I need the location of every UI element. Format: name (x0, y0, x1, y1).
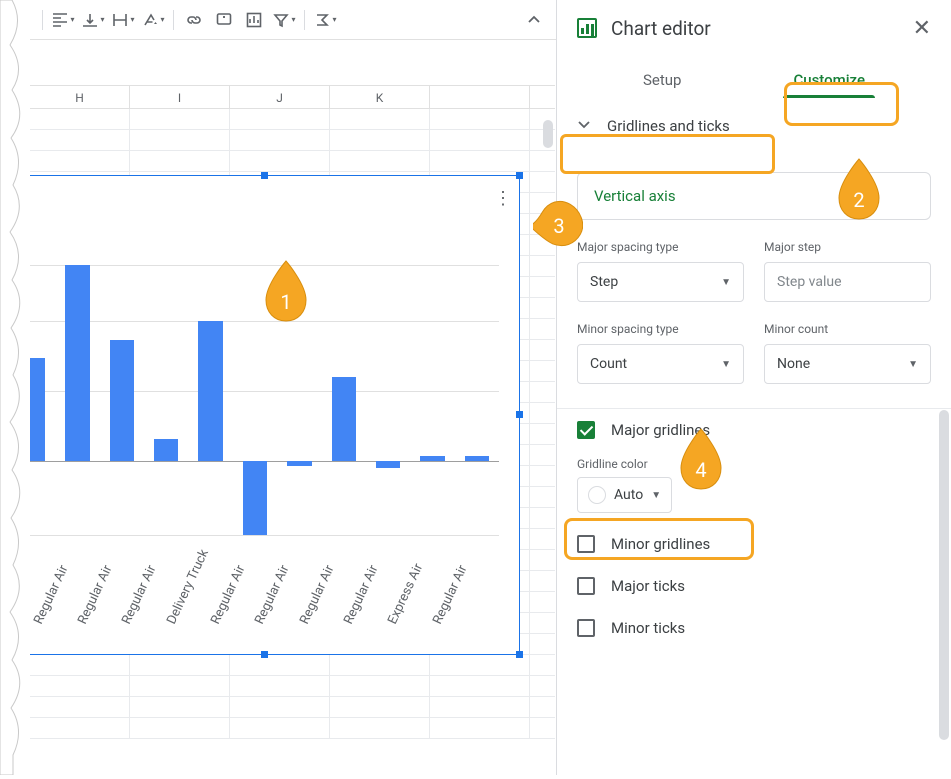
checkbox-label: Major gridlines (611, 421, 710, 439)
major-step-input[interactable]: Step value (764, 262, 931, 302)
major-gridlines-checkbox[interactable] (577, 421, 595, 439)
dropdown-arrow-icon: ▼ (651, 490, 661, 501)
chart-editor-sidebar: Chart editor ✕ Setup Customize Gridlines… (556, 0, 951, 775)
checkbox-label: Major ticks (611, 577, 685, 595)
select-value: Count (590, 356, 627, 372)
chart-x-label: Regular Air (341, 563, 381, 627)
chart-x-label: Delivery Truck (164, 547, 212, 627)
gridline-color-select[interactable]: Auto ▼ (577, 477, 672, 513)
column-header[interactable]: K (330, 86, 430, 108)
checkbox-label: Minor ticks (611, 619, 685, 637)
insert-comment-button[interactable] (210, 6, 238, 34)
dropdown-arrow-icon: ▼ (721, 277, 731, 288)
minor-gridlines-checkbox[interactable] (577, 535, 595, 553)
minor-count-label: Minor count (764, 322, 931, 336)
resize-handle[interactable] (261, 172, 268, 179)
close-icon[interactable]: ✕ (913, 16, 931, 41)
section-gridlines-and-ticks[interactable]: Gridlines and ticks (557, 104, 951, 148)
chart-x-label: Regular Air (430, 563, 470, 627)
chart-x-label: Regular Air (31, 563, 71, 627)
sidebar-title: Chart editor (611, 17, 899, 40)
chart-x-label: Regular Air (119, 563, 159, 627)
minor-ticks-checkbox[interactable] (577, 619, 595, 637)
sidebar-scrollbar[interactable] (939, 410, 949, 740)
text-rotation-button[interactable]: ▾ (139, 6, 167, 34)
chart-icon (577, 18, 597, 38)
embedded-chart[interactable]: ⋮ Regular AirRegular AirRegular AirRegul… (10, 175, 520, 655)
chart-x-labels: Regular AirRegular AirRegular AirRegular… (11, 554, 499, 644)
axis-selector[interactable]: Vertical axis (577, 172, 931, 220)
column-header[interactable] (430, 86, 530, 108)
torn-edge-decoration (0, 0, 30, 775)
input-placeholder: Step value (777, 274, 842, 290)
chart-x-label: Regular Air (75, 563, 115, 627)
sidebar-tabs: Setup Customize (557, 56, 951, 104)
chart-x-label: Express Air (386, 561, 427, 626)
gridline-color-label: Gridline color (577, 457, 931, 471)
functions-button[interactable]: ▾ (311, 6, 339, 34)
major-spacing-type-select[interactable]: Step ▼ (577, 262, 744, 302)
color-swatch-icon (588, 486, 606, 504)
chart-x-label: Regular Air (253, 563, 293, 627)
tab-setup[interactable]: Setup (613, 56, 711, 104)
dropdown-arrow-icon: ▼ (908, 359, 918, 370)
insert-link-button[interactable] (180, 6, 208, 34)
resize-handle[interactable] (516, 172, 523, 179)
select-value: Auto (614, 487, 643, 503)
column-header[interactable]: I (130, 86, 230, 108)
section-label: Gridlines and ticks (607, 117, 730, 135)
axis-selector-label: Vertical axis (594, 187, 676, 205)
column-header[interactable]: J (230, 86, 330, 108)
vertical-scrollbar[interactable] (543, 120, 553, 148)
major-ticks-checkbox[interactable] (577, 577, 595, 595)
column-headers: H I J K (30, 85, 555, 109)
minor-spacing-type-select[interactable]: Count ▼ (577, 344, 744, 384)
text-wrap-button[interactable]: ▾ (109, 6, 137, 34)
chart-x-label: Regular Air (297, 563, 337, 627)
major-gridlines-row: Major gridlines (557, 409, 951, 451)
sidebar-header: Chart editor ✕ (557, 0, 951, 56)
chart-x-label: Regular Air (208, 563, 248, 627)
resize-handle[interactable] (516, 411, 523, 418)
spreadsheet-area: H I J K (0, 40, 555, 775)
minor-spacing-type-label: Minor spacing type (577, 322, 744, 336)
checkbox-label: Minor gridlines (611, 535, 710, 553)
insert-chart-button[interactable] (240, 6, 268, 34)
column-header[interactable]: H (30, 86, 130, 108)
major-ticks-row: Major ticks (557, 565, 951, 607)
select-value: None (777, 356, 810, 372)
filter-button[interactable]: ▾ (270, 6, 298, 34)
major-spacing-type-label: Major spacing type (577, 240, 744, 254)
vertical-align-button[interactable]: ▾ (79, 6, 107, 34)
minor-count-select[interactable]: None ▼ (764, 344, 931, 384)
major-step-label: Major step (764, 240, 931, 254)
tab-customize[interactable]: Customize (763, 56, 895, 104)
dropdown-arrow-icon: ▼ (721, 359, 731, 370)
chevron-down-icon (577, 117, 591, 135)
chart-menu-icon[interactable]: ⋮ (494, 188, 511, 209)
horizontal-align-button[interactable]: ▾ (49, 6, 77, 34)
minor-gridlines-row: Minor gridlines (557, 523, 951, 565)
chart-plot (11, 256, 499, 554)
select-value: Step (590, 274, 618, 290)
collapse-toolbar-button[interactable] (520, 6, 548, 34)
resize-handle[interactable] (261, 651, 268, 658)
resize-handle[interactable] (516, 651, 523, 658)
minor-ticks-row: Minor ticks (557, 607, 951, 649)
